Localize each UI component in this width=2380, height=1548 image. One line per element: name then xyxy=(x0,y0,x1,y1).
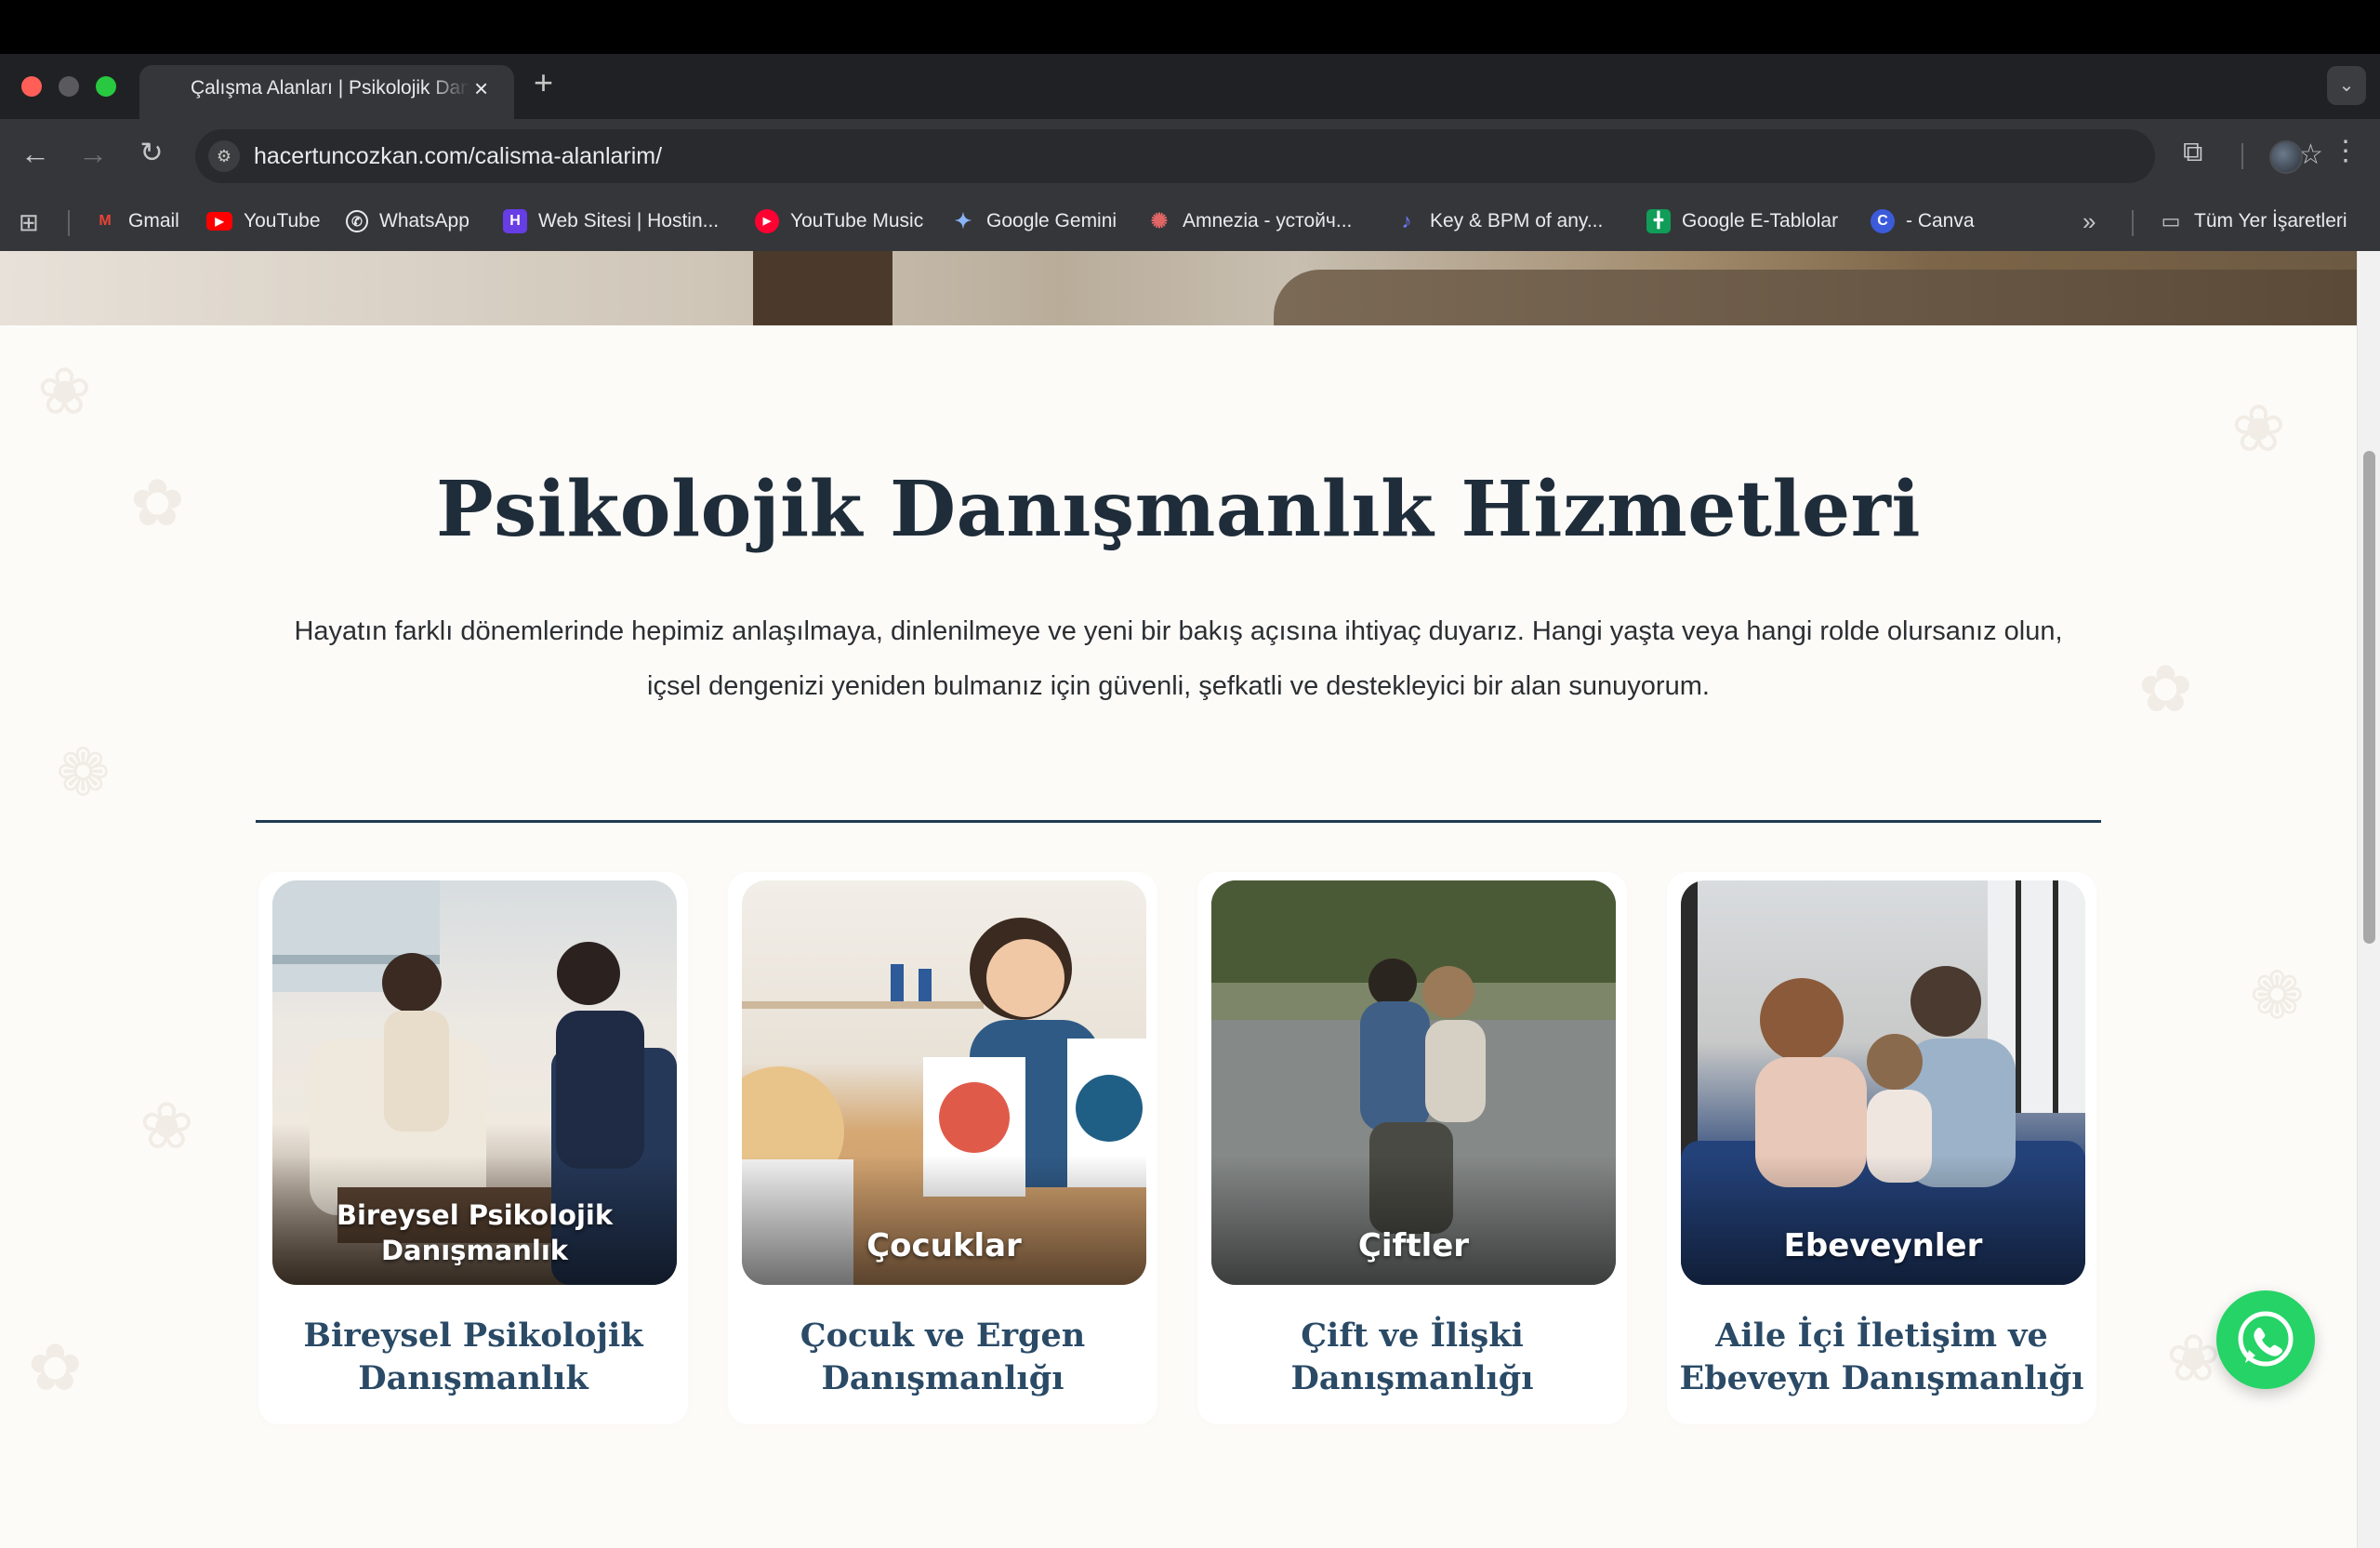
tab-close-icon[interactable]: × xyxy=(474,74,488,103)
section-divider xyxy=(256,820,2101,823)
bookmark-gmail[interactable]: M Gmail xyxy=(93,206,179,236)
scrollbar-thumb[interactable] xyxy=(2363,451,2375,944)
service-photo-couples[interactable]: Çiftler xyxy=(1211,880,1616,1285)
gemini-icon: ✦ xyxy=(954,209,972,232)
key-bpm-icon: ♪ xyxy=(1401,209,1412,232)
url-text[interactable]: hacertuncozkan.com/calisma-alanlarim/ xyxy=(254,143,662,170)
page-title: Psikolojik Danışmanlık Hizmetleri xyxy=(435,465,1922,554)
address-bar[interactable]: ⚙ hacertuncozkan.com/calisma-alanlarim/ … xyxy=(195,129,2323,183)
background-doodle-icon: ❁ xyxy=(2250,959,2305,1032)
whatsapp-icon xyxy=(2238,1311,2294,1367)
service-card-children[interactable]: Çocuklar Çocuk ve Ergen Danışmanlığı xyxy=(728,872,1157,1424)
page-scrollbar[interactable] xyxy=(2357,251,2380,1548)
bookmark-whatsapp[interactable]: ✆ WhatsApp xyxy=(346,206,469,236)
whatsapp-icon: ✆ xyxy=(346,210,368,232)
sheets-icon: ╋ xyxy=(1646,209,1671,233)
page-viewport: ❀ ✿ ❁ ❀ ✿ ❀ ✿ ❁ ❀ Psikolojik Danışmanlık… xyxy=(0,251,2357,1548)
photo-gradient xyxy=(1681,1155,2085,1285)
service-title[interactable]: Bireysel Psikolojik Danışmanlık xyxy=(258,1315,688,1400)
whatsapp-chat-button[interactable] xyxy=(2216,1290,2315,1389)
bookmark-youtube-music[interactable]: ▶ YouTube Music xyxy=(755,206,923,236)
service-photo-individual[interactable]: Bireysel Psikolojik Danışmanlık xyxy=(272,880,677,1285)
profile-avatar[interactable] xyxy=(2269,140,2303,174)
site-info-icon[interactable]: ⚙ xyxy=(208,140,240,172)
extensions-puzzle-icon[interactable]: ⧉ xyxy=(2183,137,2202,168)
canva-icon: C xyxy=(1871,209,1895,233)
tab-search-chevron-icon[interactable]: ⌄ xyxy=(2327,66,2366,105)
forward-arrow-icon[interactable]: → xyxy=(74,135,112,172)
apps-grid-icon[interactable]: ⊞ xyxy=(19,208,39,237)
photo-label: Çocuklar xyxy=(866,1227,1022,1264)
bookmark-google-sheets[interactable]: ╋ Google E-Tablolar xyxy=(1646,206,1838,236)
hostinger-icon: H xyxy=(503,209,527,233)
maximize-window-button[interactable] xyxy=(96,76,116,97)
menu-bar xyxy=(0,0,2380,54)
hero-chair-shape xyxy=(753,251,892,325)
service-card-couples[interactable]: Çiftler Çift ve İlişki Danışmanlığı xyxy=(1197,872,1627,1424)
kebab-menu-icon[interactable]: ⋮ xyxy=(2332,135,2360,167)
service-title[interactable]: Çift ve İlişki Danışmanlığı xyxy=(1197,1315,1627,1400)
gmail-icon: M xyxy=(99,213,112,229)
service-title[interactable]: Aile İçi İletişim ve Ebeveyn Danışmanlığ… xyxy=(1667,1315,2096,1400)
reload-icon[interactable]: ↻ xyxy=(133,135,170,172)
active-tab[interactable]: Çalışma Alanları | Psikolojik Danışmanlı… xyxy=(139,65,514,119)
background-doodle-icon: ❀ xyxy=(139,1090,194,1162)
background-doodle-icon: ❁ xyxy=(56,736,111,809)
all-bookmarks[interactable]: ▭ Tüm Yer İşaretleri xyxy=(2159,206,2347,236)
tab-title: Çalışma Alanları | Psikolojik Danışmanlı… xyxy=(191,77,469,99)
folder-icon: ▭ xyxy=(2161,209,2181,232)
service-photo-children[interactable]: Çocuklar xyxy=(742,880,1146,1285)
toolbar-divider xyxy=(2241,143,2243,169)
bookmark-canva[interactable]: C- Canva xyxy=(1871,206,1975,236)
section-description: Hayatın farklı dönemlerinde hepimiz anla… xyxy=(294,616,2063,701)
service-title[interactable]: Çocuk ve Ergen Danışmanlığı xyxy=(728,1315,1157,1400)
bookmark-gemini[interactable]: ✦ Google Gemini xyxy=(951,206,1117,236)
hero-sofa-shape xyxy=(1274,270,2357,325)
bookmark-amnezia[interactable]: ✺ Amnezia - устойч... xyxy=(1147,206,1353,236)
bookmarks-overflow-icon[interactable]: » xyxy=(2082,206,2096,236)
background-doodle-icon: ❀ xyxy=(37,355,92,428)
bookmark-key-bpm[interactable]: ♪ Key & BPM of any... xyxy=(1395,206,1604,236)
close-window-button[interactable] xyxy=(21,76,42,97)
photo-gradient xyxy=(1211,1155,1616,1285)
bookmarks-divider xyxy=(68,210,70,236)
background-doodle-icon: ✿ xyxy=(2138,653,2193,725)
photo-label: Ebeveynler xyxy=(1783,1227,1983,1264)
photo-label: Bireysel Psikolojik Danışmanlık xyxy=(336,1199,614,1266)
hero-image-bottom xyxy=(0,251,2357,325)
bookmark-youtube[interactable]: ▶ YouTube xyxy=(206,206,321,236)
service-card-parents[interactable]: Ebeveynler Aile İçi İletişim ve Ebeveyn … xyxy=(1667,872,2096,1424)
background-doodle-icon: ❀ xyxy=(2231,392,2286,465)
back-arrow-icon[interactable]: ← xyxy=(17,135,54,172)
photo-gradient xyxy=(742,1155,1146,1285)
amnezia-icon: ✺ xyxy=(1150,209,1169,232)
minimize-window-button[interactable] xyxy=(59,76,79,97)
bookmarks-divider-right xyxy=(2132,210,2134,236)
bookmark-hostinger[interactable]: H Web Sitesi | Hostin... xyxy=(503,206,719,236)
youtube-music-icon: ▶ xyxy=(755,209,779,233)
background-doodle-icon: ✿ xyxy=(28,1331,83,1404)
youtube-icon: ▶ xyxy=(206,212,232,231)
background-doodle-icon: ❀ xyxy=(2166,1322,2221,1395)
service-photo-parents[interactable]: Ebeveynler xyxy=(1681,880,2085,1285)
photo-label: Çiftler xyxy=(1357,1227,1470,1264)
service-card-individual[interactable]: Bireysel Psikolojik Danışmanlık Bireysel… xyxy=(258,872,688,1424)
new-tab-button[interactable]: + xyxy=(534,63,553,102)
